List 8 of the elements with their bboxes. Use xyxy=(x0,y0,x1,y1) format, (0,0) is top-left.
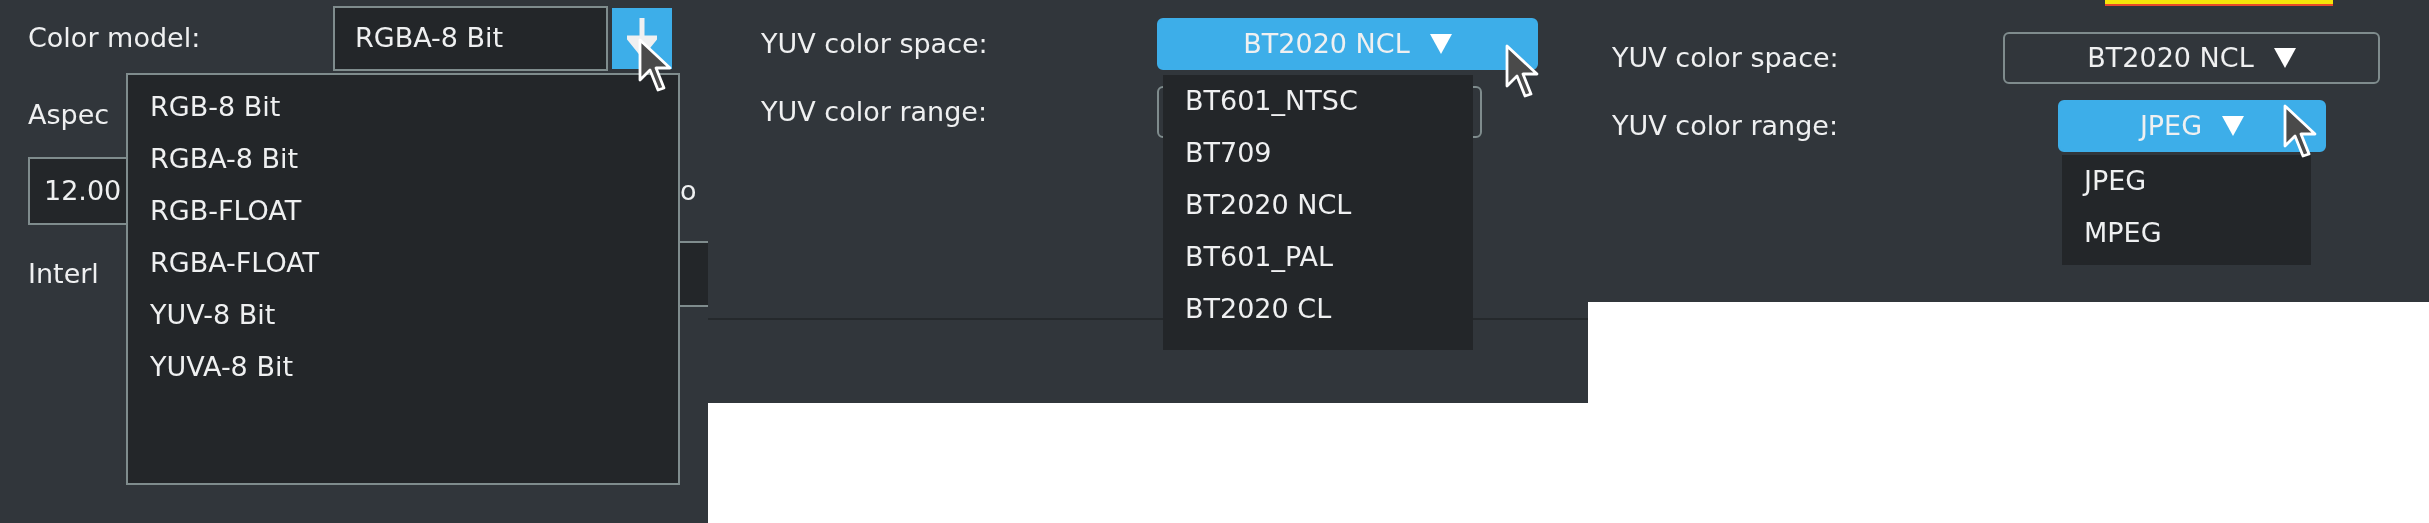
field-label: YUV color space: xyxy=(761,26,989,61)
field-label: YUV color range: xyxy=(761,94,988,129)
field-label: Aspec xyxy=(28,97,110,132)
field-label: YUV color space: xyxy=(1612,40,1840,75)
field-label: Interl xyxy=(28,256,99,291)
field-label: Color model: xyxy=(28,20,202,55)
field-label: YUV color range: xyxy=(1612,108,1839,143)
field-label: o xyxy=(680,173,697,208)
